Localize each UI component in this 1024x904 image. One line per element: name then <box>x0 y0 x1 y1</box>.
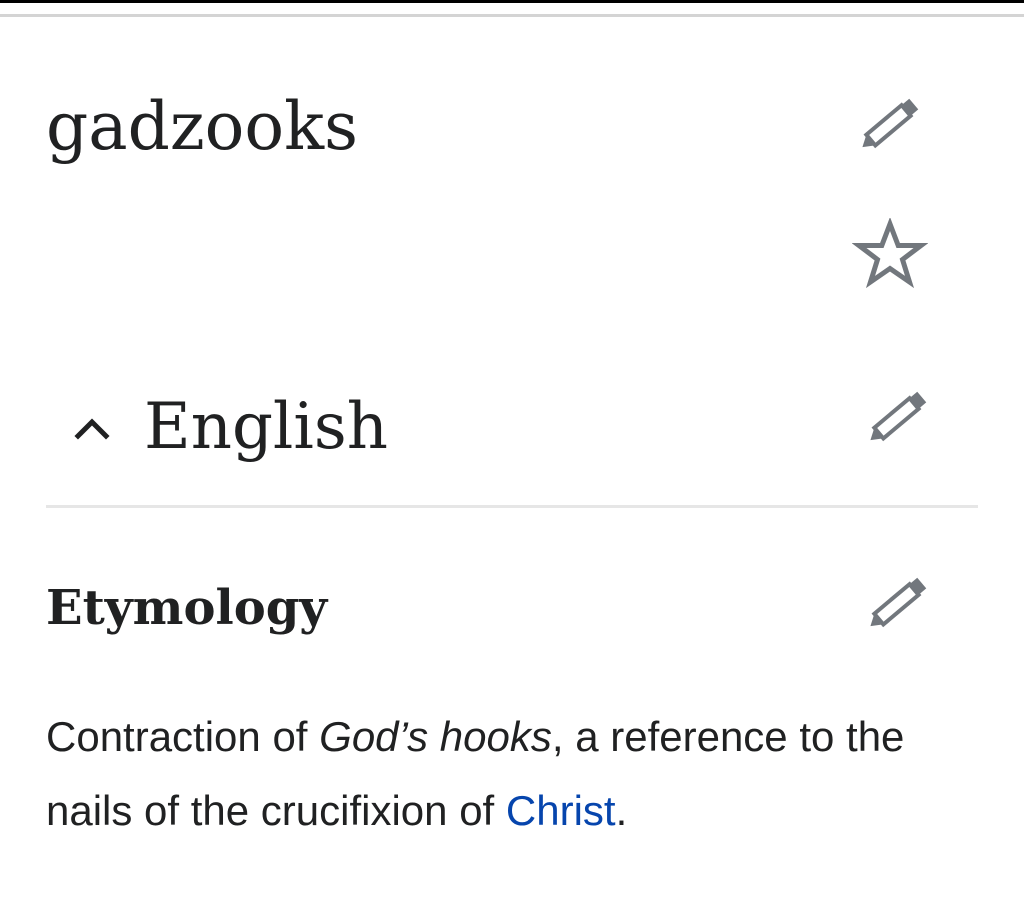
chevron-up-icon <box>60 395 124 459</box>
watch-star-button[interactable] <box>848 216 932 292</box>
star-outline-icon <box>852 218 928 289</box>
edit-page-button[interactable] <box>848 86 932 162</box>
edit-section-english-button[interactable] <box>858 382 938 452</box>
pencil-icon <box>870 391 927 442</box>
top-border <box>0 0 1024 3</box>
etymology-paragraph: Contraction of God’s hooks, a reference … <box>46 700 986 848</box>
etymology-italic-term: God’s hooks <box>319 713 552 760</box>
edit-section-etymology-button[interactable] <box>858 568 938 638</box>
link-christ[interactable]: Christ <box>506 787 616 834</box>
section-toggle-english[interactable]: English <box>60 384 388 470</box>
pencil-icon <box>870 577 927 628</box>
etymology-heading: Etymology <box>46 580 328 636</box>
etymology-text-before: Contraction of <box>46 713 320 760</box>
etymology-text-after: . <box>615 787 628 834</box>
section-title-english: English <box>144 390 388 464</box>
page-title: gadzooks <box>46 88 358 165</box>
pencil-icon <box>862 98 919 149</box>
section-divider <box>46 505 978 508</box>
header-divider <box>0 14 1024 17</box>
